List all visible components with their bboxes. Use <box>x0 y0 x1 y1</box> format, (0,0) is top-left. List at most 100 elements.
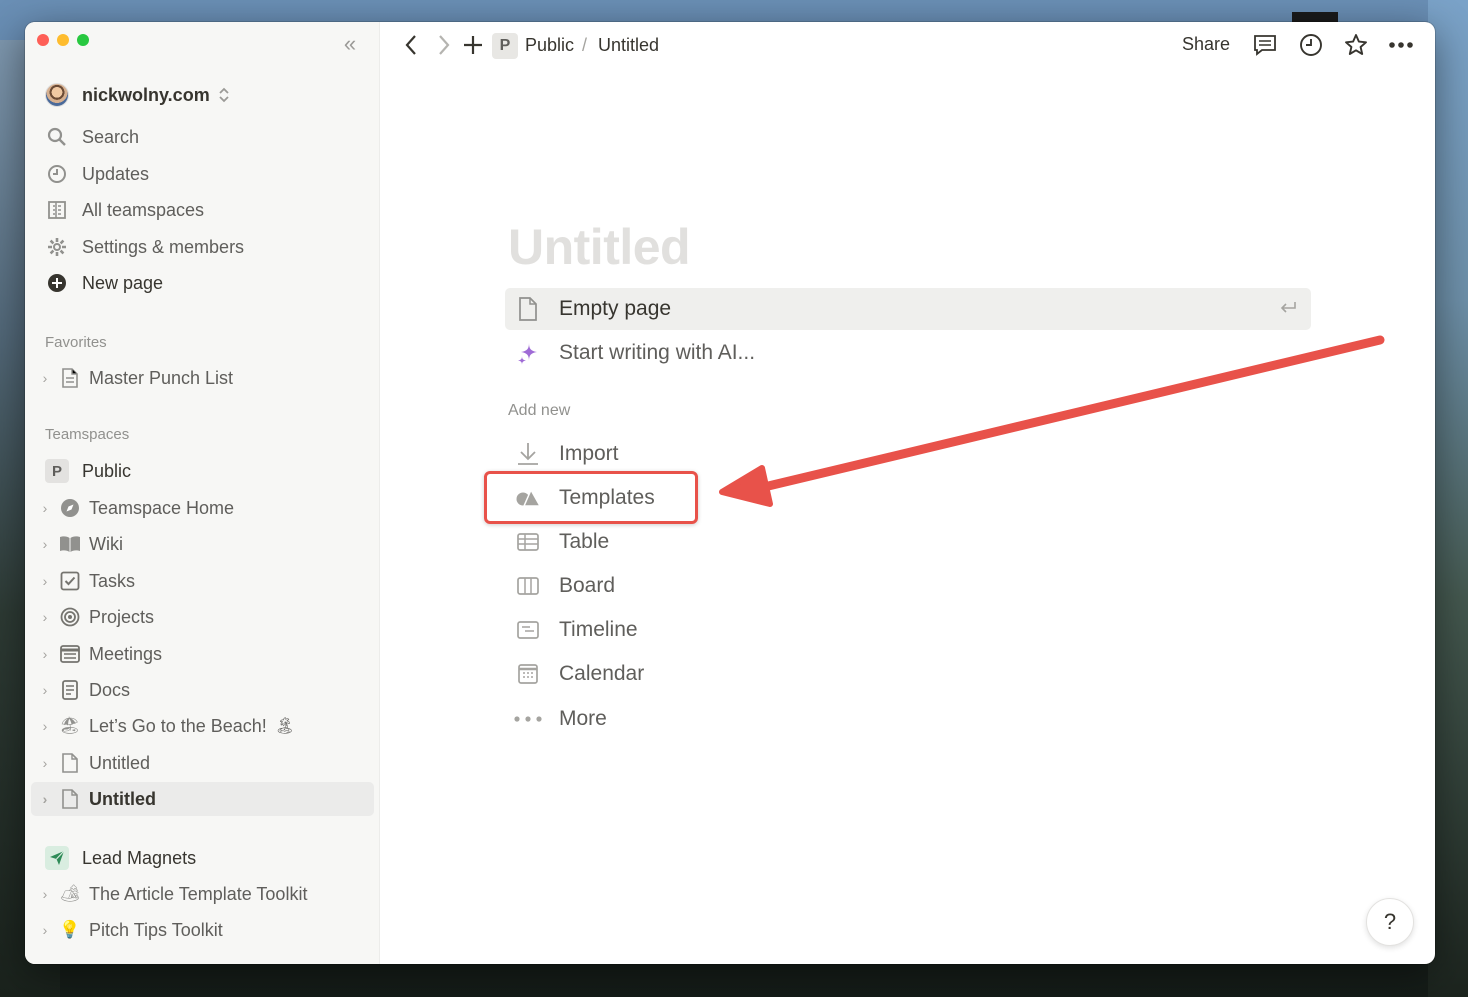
checkbox-icon <box>59 570 81 592</box>
sidebar-item-label: Public <box>82 460 132 481</box>
sidebar-item-label: Updates <box>82 163 150 184</box>
document-icon <box>59 367 81 389</box>
sidebar-teamspace-lead-magnets[interactable]: Lead Magnets <box>45 843 196 873</box>
topbar: P Public / Untitled Share <box>380 22 1435 68</box>
import-option[interactable]: Import <box>505 433 1311 475</box>
sidebar-item-docs[interactable]: › Docs <box>31 673 374 707</box>
chevron-right-icon[interactable]: › <box>31 536 59 552</box>
templates-annotation-box <box>484 471 698 524</box>
avatar <box>45 83 69 107</box>
close-window-button[interactable] <box>37 34 49 46</box>
sidebar-item-label: Untitled <box>89 752 151 773</box>
sidebar-item-label: Lead Magnets <box>82 847 197 868</box>
comment-icon[interactable] <box>1250 30 1280 60</box>
breadcrumb-untitled[interactable]: Untitled <box>598 35 659 56</box>
teamspace-badge: P <box>45 459 69 483</box>
chevron-right-icon[interactable]: › <box>31 886 59 902</box>
back-arrow-icon[interactable] <box>396 30 426 60</box>
chevron-right-icon[interactable]: › <box>31 500 59 516</box>
sidebar-item-all-teamspaces[interactable]: All teamspaces <box>45 195 204 225</box>
sidebar-item-tasks[interactable]: › Tasks <box>31 564 374 598</box>
chevron-right-icon[interactable]: › <box>31 370 59 386</box>
breadcrumb-public[interactable]: Public <box>525 35 574 56</box>
collapse-sidebar-icon[interactable]: « <box>338 33 362 56</box>
sidebar-item-label: Search <box>82 126 140 147</box>
sidebar-item-label: Tasks <box>89 570 136 591</box>
target-icon <box>59 606 81 628</box>
sidebar-item-untitled-active[interactable]: › Untitled <box>31 782 374 816</box>
sidebar-item-settings[interactable]: Settings & members <box>45 232 244 262</box>
share-button[interactable]: Share <box>1182 34 1230 55</box>
favorites-section-label: Favorites <box>45 334 107 351</box>
workspace-switcher[interactable]: nickwolny.com <box>45 82 230 108</box>
minimize-window-button[interactable] <box>57 34 69 46</box>
chevron-right-icon[interactable]: › <box>31 682 59 698</box>
chevron-right-icon[interactable]: › <box>31 609 59 625</box>
download-icon <box>505 442 551 466</box>
sidebar-item-label: Docs <box>89 679 131 700</box>
sidebar-item-article-template-toolkit[interactable]: › 🏕 The Article Template Toolkit <box>31 877 374 911</box>
camping-icon: 🏕 <box>59 884 81 903</box>
chevron-right-icon[interactable]: › <box>31 922 59 938</box>
sidebar-item-master-punch-list[interactable]: › Master Punch List <box>31 361 374 395</box>
add-new-section-label: Add new <box>508 402 571 419</box>
sidebar-item-teamspace-home[interactable]: › Teamspace Home <box>31 491 374 525</box>
breadcrumb-teamspace-badge: P <box>492 33 518 59</box>
compass-icon <box>59 497 81 519</box>
sidebar-item-label: Settings & members <box>82 236 245 257</box>
table-label: Table <box>559 530 610 553</box>
sidebar-item-label: Projects <box>89 606 155 627</box>
chevron-updown-icon <box>218 87 230 103</box>
sidebar-item-label: Teamspace Home <box>89 497 235 518</box>
enter-key-icon <box>1279 299 1297 320</box>
board-option[interactable]: Board <box>505 565 1311 607</box>
sidebar-item-wiki[interactable]: › Wiki <box>31 527 374 561</box>
document-icon <box>505 297 551 321</box>
document-icon <box>59 752 81 774</box>
chevron-right-icon[interactable]: › <box>31 573 59 589</box>
chevron-right-icon[interactable]: › <box>31 791 59 807</box>
sidebar-item-search[interactable]: Search <box>45 122 139 152</box>
history-clock-icon[interactable] <box>1296 30 1326 60</box>
more-option[interactable]: More <box>505 698 1311 740</box>
timeline-icon <box>505 621 551 639</box>
empty-page-option[interactable]: Empty page <box>505 288 1311 330</box>
sidebar-teamspace-public[interactable]: P Public <box>45 456 131 486</box>
more-options-icon[interactable] <box>1386 30 1416 60</box>
calendar-icon <box>505 664 551 684</box>
sidebar-item-untitled[interactable]: › Untitled <box>31 746 374 780</box>
chevron-right-icon[interactable]: › <box>31 646 59 662</box>
sidebar-item-pitch-tips-toolkit[interactable]: › 💡 Pitch Tips Toolkit <box>31 913 374 947</box>
sidebar-item-projects[interactable]: › Projects <box>31 600 374 634</box>
sidebar-item-updates[interactable]: Updates <box>45 159 149 189</box>
sidebar-item-beach[interactable]: › 🏖 Let’s Go to the Beach! 🏝 <box>31 709 374 743</box>
lightbulb-icon: 💡 <box>59 920 81 939</box>
table-option[interactable]: Table <box>505 521 1311 563</box>
board-label: Board <box>559 574 616 597</box>
sidebar-item-meetings[interactable]: › Meetings <box>31 637 374 671</box>
sidebar-item-new-page[interactable]: New page <box>45 268 163 298</box>
chevron-right-icon[interactable]: › <box>31 718 59 734</box>
clock-icon <box>45 162 69 186</box>
calendar-list-icon <box>59 643 81 665</box>
sidebar-item-label: The Article Template Toolkit <box>89 883 308 904</box>
sidebar: « nickwolny.com Search Updates All teams <box>25 22 380 964</box>
chevron-right-icon[interactable]: › <box>31 755 59 771</box>
sidebar-item-label: New page <box>82 272 164 293</box>
page-title-input[interactable]: Untitled <box>508 218 691 276</box>
building-icon <box>45 198 69 222</box>
plus-icon[interactable] <box>458 30 488 60</box>
forward-arrow-icon[interactable] <box>429 30 459 60</box>
timeline-option[interactable]: Timeline <box>505 609 1311 651</box>
breadcrumb-separator: / <box>582 35 588 55</box>
help-button[interactable]: ? <box>1366 898 1414 946</box>
window-controls <box>37 34 89 46</box>
star-icon[interactable] <box>1341 30 1371 60</box>
ai-writing-option[interactable]: Start writing with AI... <box>505 332 1311 374</box>
zoom-window-button[interactable] <box>77 34 89 46</box>
calendar-option[interactable]: Calendar <box>505 653 1311 695</box>
gear-icon <box>45 235 69 259</box>
teamspaces-section-label: Teamspaces <box>45 426 130 443</box>
table-icon <box>505 533 551 551</box>
more-label: More <box>559 707 607 730</box>
